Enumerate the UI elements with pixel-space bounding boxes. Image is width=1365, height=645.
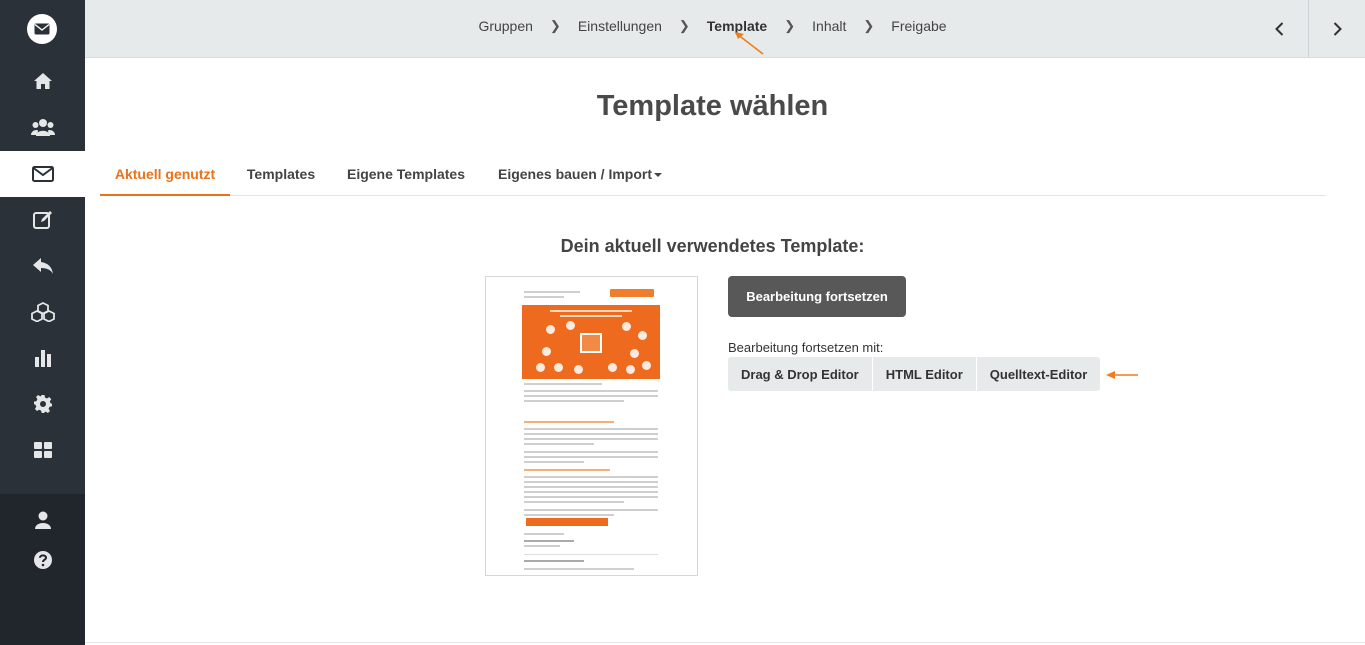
tab-templates[interactable]: Templates — [236, 153, 326, 196]
current-template-heading: Dein aktuell verwendetes Template: — [85, 236, 1340, 257]
breadcrumb-groups[interactable]: Gruppen — [476, 18, 534, 34]
chevron-right-icon: ❯ — [679, 18, 690, 34]
user-icon — [35, 511, 51, 529]
sidebar-item-integrations[interactable] — [0, 289, 85, 335]
sidebar-item-settings[interactable] — [0, 381, 85, 427]
annotation-arrow-icon — [733, 30, 765, 56]
tab-own-templates[interactable]: Eigene Templates — [340, 153, 472, 196]
home-icon — [33, 72, 53, 90]
bar-chart-icon — [34, 349, 52, 367]
drag-drop-editor-button[interactable]: Drag & Drop Editor — [728, 357, 873, 391]
sidebar-item-home[interactable] — [0, 58, 85, 104]
continue-editing-button[interactable]: Bearbeitung fortsetzen — [728, 276, 906, 317]
breadcrumb-settings[interactable]: Einstellungen — [576, 18, 664, 34]
caret-down-icon — [654, 173, 662, 177]
html-editor-button[interactable]: HTML Editor — [873, 357, 977, 391]
gear-icon — [34, 395, 52, 413]
edit-icon — [33, 210, 53, 230]
sidebar-item-mailings[interactable] — [0, 151, 85, 197]
chevron-right-icon: ❯ — [550, 18, 561, 34]
sidebar-item-forms[interactable] — [0, 197, 85, 243]
topbar: Gruppen ❯ Einstellungen ❯ Template ❯ Inh… — [85, 0, 1365, 58]
users-icon — [31, 118, 55, 136]
mail-logo-icon[interactable] — [27, 14, 57, 44]
grid-icon — [34, 442, 52, 458]
reply-icon — [32, 257, 54, 275]
next-step-button[interactable] — [1308, 0, 1365, 58]
source-code-editor-button[interactable]: Quelltext-Editor — [977, 357, 1101, 391]
sidebar-item-recipients[interactable] — [0, 104, 85, 150]
template-tabs: Aktuell genutzt Templates Eigene Templat… — [100, 153, 1325, 196]
chevron-left-icon — [1275, 22, 1284, 36]
continue-with-label: Bearbeitung fortsetzen mit: — [728, 340, 883, 355]
tab-build-import-label: Eigenes bauen / Import — [498, 166, 652, 182]
template-preview-thumbnail[interactable] — [485, 276, 698, 576]
sidebar-item-reports[interactable] — [0, 335, 85, 381]
cubes-icon — [31, 302, 55, 322]
sidebar-bottom — [0, 494, 85, 645]
page-title: Template wählen — [85, 90, 1340, 123]
previous-step-button[interactable] — [1251, 0, 1308, 58]
annotation-arrow-icon — [1104, 369, 1140, 381]
sidebar-item-help[interactable] — [0, 537, 85, 583]
chevron-right-icon: ❯ — [863, 18, 874, 34]
editor-button-group: Drag & Drop Editor HTML Editor Quelltext… — [728, 357, 1100, 391]
tab-build-import-dropdown[interactable]: Eigenes bauen / Import — [490, 153, 670, 196]
chevron-right-icon: ❯ — [784, 18, 795, 34]
breadcrumb: Gruppen ❯ Einstellungen ❯ Template ❯ Inh… — [85, 0, 1340, 52]
sidebar-item-apps[interactable] — [0, 427, 85, 473]
footer-divider — [85, 642, 1365, 643]
help-icon — [34, 551, 52, 569]
envelope-icon — [32, 166, 54, 182]
breadcrumb-content[interactable]: Inhalt — [810, 18, 848, 34]
sidebar-item-autoresponder[interactable] — [0, 243, 85, 289]
chevron-right-icon — [1333, 22, 1342, 36]
tab-currently-used[interactable]: Aktuell genutzt — [100, 153, 230, 196]
sidebar — [0, 0, 85, 645]
breadcrumb-release[interactable]: Freigabe — [889, 18, 948, 34]
